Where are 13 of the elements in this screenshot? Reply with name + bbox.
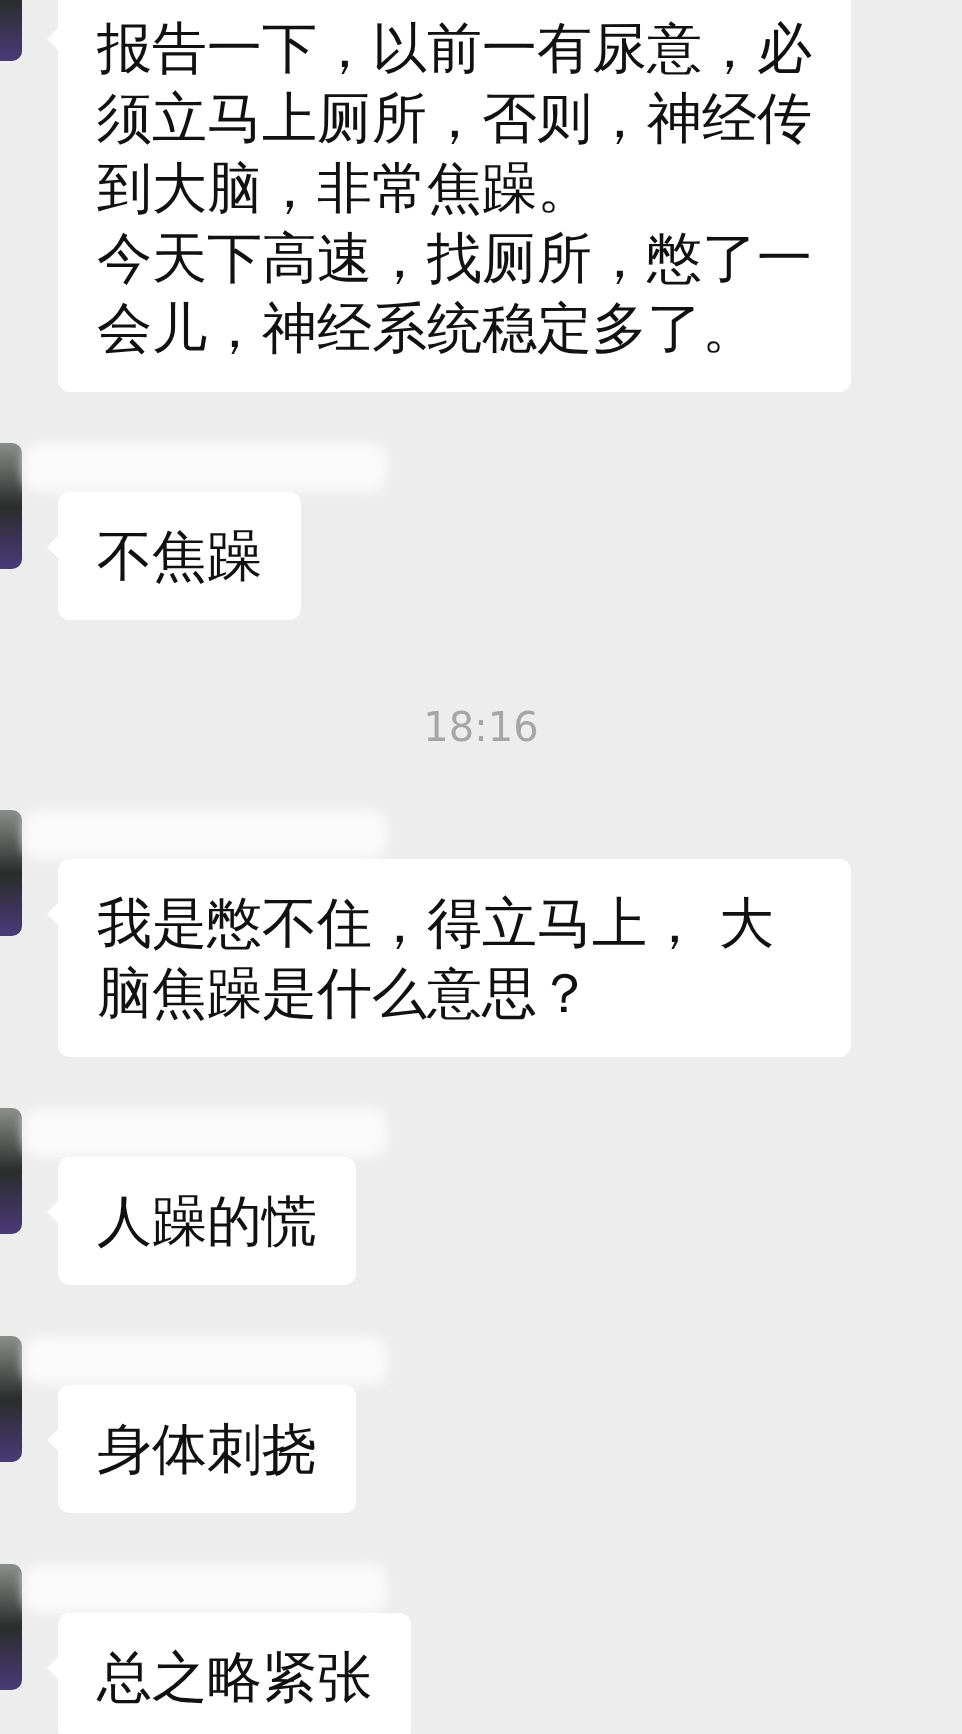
message-text: 报告一下，以前一有尿意，必须立马上厕所，否则，神经传到大脑，非常焦躁。 (97, 15, 812, 222)
timestamp: 18:16 (423, 703, 539, 751)
message-bubble: 不焦躁 (58, 492, 301, 620)
message-bubble: 总之略紧张 (58, 1613, 411, 1734)
avatar[interactable] (0, 1564, 22, 1690)
message-bubble: 我是憋不住，得立马上， 大脑焦躁是什么意思？ (58, 859, 851, 1057)
message-bubble: 身体刺挠 (58, 1385, 356, 1513)
message-text: 今天下高速，找厕所，憋了一会儿，神经系统稳定多了。 (97, 225, 812, 362)
avatar[interactable] (0, 1336, 22, 1462)
avatar[interactable] (0, 443, 22, 569)
avatar[interactable] (0, 1108, 22, 1234)
avatar[interactable] (0, 810, 22, 936)
message-bubble: 人躁的慌 (58, 1157, 356, 1285)
